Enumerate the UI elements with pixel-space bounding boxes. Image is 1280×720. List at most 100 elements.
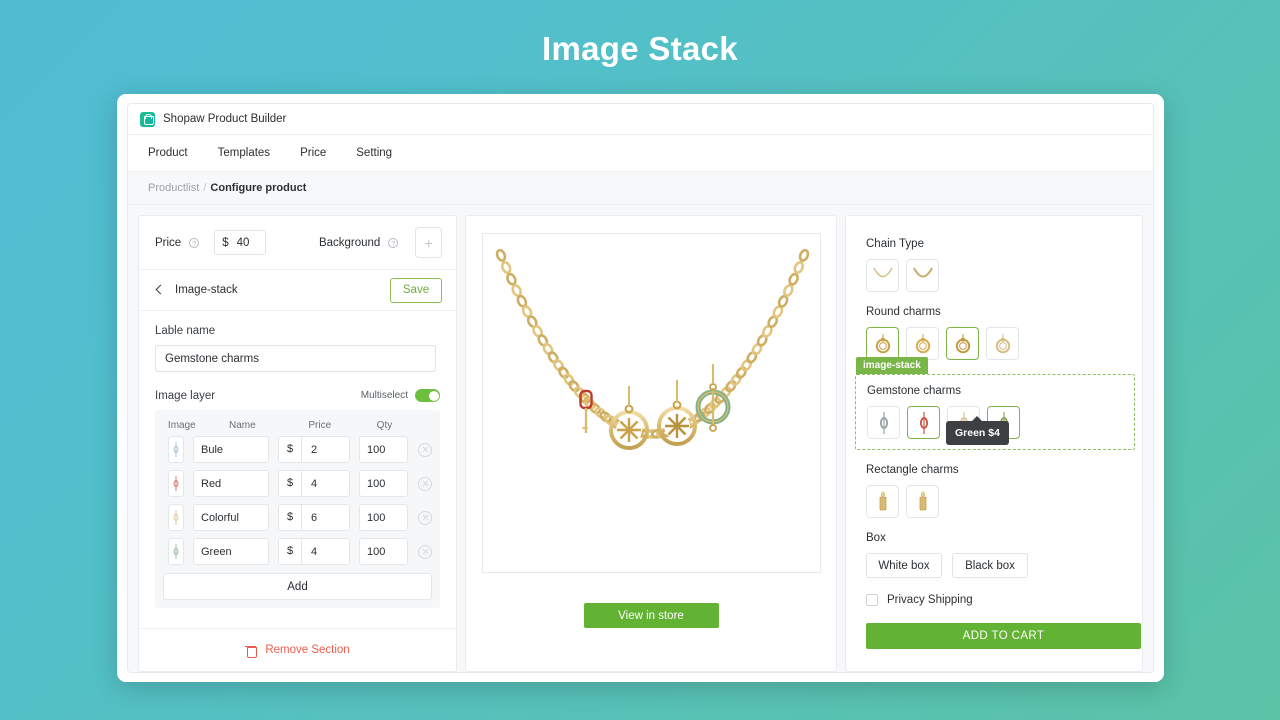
price-help-icon[interactable]: ?: [189, 237, 200, 248]
round-charm-glyph: [995, 333, 1010, 353]
row-qty-input-1[interactable]: [359, 470, 408, 497]
round-charm-option-2[interactable]: [906, 327, 939, 360]
round-charm-glyph: [875, 333, 890, 353]
label-name-field-label: Lable name: [155, 325, 216, 337]
section-header: Image-stack Save: [139, 270, 456, 311]
rectangle-charm-option-1[interactable]: [866, 485, 899, 518]
rectangle-charms-title: Rectangle charms: [866, 464, 959, 476]
chevron-left-icon[interactable]: [151, 282, 167, 298]
background-help-icon[interactable]: ?: [388, 237, 399, 248]
breadcrumb: Productlist / Configure product: [128, 172, 1153, 205]
row-price-input-3[interactable]: [302, 545, 349, 558]
row-name-input-3[interactable]: [193, 538, 269, 565]
row-name-input-1[interactable]: [193, 470, 269, 497]
row-qty-input-0[interactable]: [359, 436, 408, 463]
row-thumbnail-1[interactable]: [168, 470, 184, 497]
chain-thick-icon: [912, 266, 933, 278]
nav-item-templates[interactable]: Templates: [218, 147, 270, 159]
preview-panel: View in store: [465, 215, 837, 672]
rect-charm-glyph: [879, 490, 886, 510]
gemstone-charm-option-1[interactable]: [867, 406, 900, 439]
round-charm-option-1[interactable]: [866, 327, 899, 360]
row-qty-input-2[interactable]: [359, 504, 408, 531]
row-price-input-1[interactable]: [302, 477, 349, 490]
row-thumbnail-3[interactable]: [168, 538, 184, 565]
nav-item-product[interactable]: Product: [148, 147, 188, 159]
box-option-black[interactable]: Black box: [952, 553, 1028, 578]
rect-charm-glyph: [919, 490, 926, 510]
image-layer-title: Image layer: [155, 389, 216, 402]
row-price-input-2[interactable]: [302, 511, 349, 524]
row-name-input-0[interactable]: [193, 436, 269, 463]
box-options: White box Black box: [866, 553, 1124, 578]
column-header-qty: Qty: [376, 420, 393, 431]
gemstone-charms-title: Gemstone charms: [867, 385, 961, 397]
row-price-input-0[interactable]: [302, 443, 349, 456]
table-row: $: [163, 538, 432, 565]
close-circle-icon[interactable]: [418, 442, 432, 457]
row-price-currency-2: $: [279, 505, 302, 530]
breadcrumb-separator: /: [203, 182, 207, 194]
charm-thumb-colorful-icon: [173, 510, 179, 525]
remove-section-button[interactable]: Remove Section: [139, 628, 456, 671]
remove-section-label: Remove Section: [265, 644, 350, 656]
privacy-shipping-checkbox[interactable]: [866, 594, 878, 606]
option-group-rectangle-charms: Rectangle charms: [866, 464, 1124, 518]
product-options-panel: Chain Type Round charms image-stack Gems…: [845, 215, 1143, 672]
charm-thumb-red-icon: [173, 476, 179, 491]
privacy-shipping-label: Privacy Shipping: [887, 594, 973, 606]
row-price-wrap-1[interactable]: $: [278, 470, 350, 497]
label-name-input[interactable]: [155, 345, 436, 372]
chain-type-title: Chain Type: [866, 238, 924, 250]
background-add-button[interactable]: +: [415, 227, 442, 258]
app-window-inner: Shopaw Product Builder Product Templates…: [127, 103, 1154, 673]
nav-item-price[interactable]: Price: [300, 147, 326, 159]
row-price-currency-3: $: [279, 539, 302, 564]
rectangle-charm-option-2[interactable]: [906, 485, 939, 518]
app-bar: Shopaw Product Builder: [128, 104, 1153, 135]
section-title: Image-stack: [175, 284, 238, 296]
price-input-wrap[interactable]: $: [214, 230, 266, 255]
row-thumbnail-0[interactable]: [168, 436, 184, 463]
multiselect-toggle[interactable]: [415, 389, 440, 402]
round-charm-option-4[interactable]: [986, 327, 1019, 360]
chain-thin-icon: [872, 267, 893, 277]
row-price-wrap-0[interactable]: $: [278, 436, 350, 463]
nav-item-setting[interactable]: Setting: [356, 147, 392, 159]
column-header-price: Price: [308, 420, 332, 431]
row-qty-input-3[interactable]: [359, 538, 408, 565]
row-price-wrap-3[interactable]: $: [278, 538, 350, 565]
chain-type-option-1[interactable]: [866, 259, 899, 292]
option-group-box: Box White box Black box: [866, 532, 1124, 578]
image-layer-table: Image Name Price Qty $ $ $ $ Add: [155, 410, 440, 608]
shopping-bag-icon: [140, 111, 155, 127]
round-charms-options: [866, 327, 1124, 360]
view-in-store-button[interactable]: View in store: [583, 603, 719, 628]
gemstone-charm-option-2[interactable]: [907, 406, 940, 439]
left-config-panel: Price ? $ Background ? + Image-stack Sa: [138, 215, 457, 672]
row-thumbnail-2[interactable]: [168, 504, 184, 531]
close-circle-icon[interactable]: [418, 476, 432, 491]
row-price-wrap-2[interactable]: $: [278, 504, 350, 531]
add-to-cart-button[interactable]: ADD TO CART: [866, 623, 1141, 649]
necklace-illustration: [495, 248, 809, 450]
save-button[interactable]: Save: [390, 277, 442, 303]
table-header-row: Image Name Price Qty: [163, 415, 432, 436]
price-label: Price: [155, 236, 182, 249]
table-body: $ $ $ $: [163, 436, 432, 565]
round-charm-option-3[interactable]: [946, 327, 979, 360]
breadcrumb-productlist[interactable]: Productlist: [148, 182, 199, 194]
price-background-row: Price ? $ Background ? +: [139, 216, 456, 270]
add-row-button[interactable]: Add: [163, 573, 432, 600]
table-row: $: [163, 504, 432, 531]
close-circle-icon[interactable]: [418, 544, 432, 559]
row-name-input-2[interactable]: [193, 504, 269, 531]
close-circle-icon[interactable]: [418, 510, 432, 525]
box-option-white[interactable]: White box: [866, 553, 942, 578]
chain-type-option-2[interactable]: [906, 259, 939, 292]
gemstone-charm-glyph: [919, 411, 928, 434]
price-input[interactable]: [236, 236, 258, 249]
option-group-chain-type: Chain Type: [866, 238, 1124, 292]
round-charm-glyph: [955, 333, 970, 353]
table-row: $: [163, 470, 432, 497]
